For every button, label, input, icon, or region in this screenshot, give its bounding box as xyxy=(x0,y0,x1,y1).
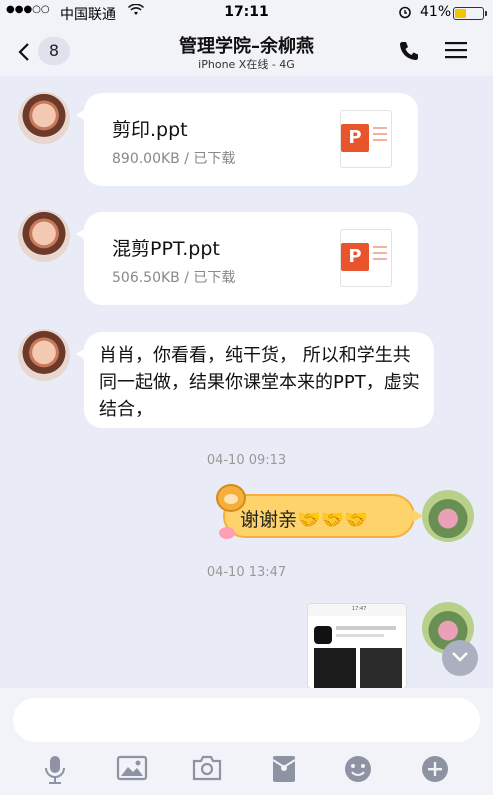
phone-icon xyxy=(400,42,418,60)
app-logo-icon xyxy=(314,626,332,644)
contact-avatar[interactable] xyxy=(18,329,70,381)
message-text: 谢谢亲🤝🤝🤝 xyxy=(240,509,368,531)
monkey-sticker-icon xyxy=(216,484,246,512)
file-message[interactable]: 混剪PPT.ppt 506.50KB / 已下载 P xyxy=(76,212,418,305)
battery-icon xyxy=(453,7,487,20)
voice-button[interactable] xyxy=(40,754,74,786)
thumb-status-bar: 17:47 xyxy=(308,604,406,616)
emoji-button[interactable] xyxy=(343,754,377,786)
file-name: 剪印.ppt xyxy=(112,119,188,141)
thumb-screenshot xyxy=(314,648,356,688)
photo-button[interactable] xyxy=(116,754,150,786)
hamburger-icon xyxy=(445,42,467,59)
microphone-icon xyxy=(45,756,65,784)
file-meta: 506.50KB / 已下载 xyxy=(112,270,236,286)
chat-toolbar xyxy=(0,750,493,790)
chat-header: 8 管理学院–余柳燕 iPhone X在线 - 4G xyxy=(0,26,493,76)
text-message[interactable]: 肖肖，你看看，纯干货， 所以和学生共同一起做，结果你课堂本来的PPT，虚实结合， xyxy=(76,332,434,428)
battery-percent: 41% xyxy=(420,4,452,20)
ppt-file-icon: P xyxy=(340,229,392,287)
status-bar: ●●●○○ 中国联通 17:11 41% xyxy=(0,0,493,26)
message-text: 肖肖，你看看，纯干货， 所以和学生共同一起做，结果你课堂本来的PPT，虚实结合， xyxy=(99,345,420,420)
file-name: 混剪PPT.ppt xyxy=(112,238,220,260)
contact-avatar[interactable] xyxy=(18,210,70,262)
contact-avatar[interactable] xyxy=(18,92,70,144)
ppt-lines xyxy=(373,246,387,264)
file-meta: 890.00KB / 已下载 xyxy=(112,151,236,167)
thumb-time: 17:47 xyxy=(352,606,367,612)
ppt-badge: P xyxy=(341,243,369,271)
emoji-icon xyxy=(345,756,371,782)
phone-call-button[interactable] xyxy=(398,40,420,66)
camera-button[interactable] xyxy=(191,754,225,786)
ppt-badge: P xyxy=(341,124,369,152)
sticker-message[interactable]: 谢谢亲🤝🤝🤝 xyxy=(223,494,423,538)
alarm-icon xyxy=(398,5,412,23)
menu-button[interactable] xyxy=(444,40,468,64)
chevron-down-icon xyxy=(452,652,468,662)
my-avatar[interactable] xyxy=(422,490,474,542)
ppt-lines xyxy=(373,127,387,145)
image-message[interactable]: 17:47 xyxy=(307,603,407,689)
timestamp: 04-10 09:13 xyxy=(206,453,287,468)
more-button[interactable] xyxy=(420,754,454,786)
thumb-screenshot xyxy=(360,648,402,688)
red-packet-icon xyxy=(272,756,296,782)
message-input[interactable] xyxy=(13,698,480,742)
ppt-file-icon: P xyxy=(340,110,392,168)
battery-fill xyxy=(455,9,466,18)
camera-icon xyxy=(192,755,222,781)
file-message[interactable]: 剪印.ppt 890.00KB / 已下载 P xyxy=(76,93,418,186)
flower-sticker-icon xyxy=(219,527,235,539)
thumb-line xyxy=(336,626,396,630)
input-area xyxy=(0,688,493,795)
battery-nub xyxy=(485,11,487,16)
image-icon xyxy=(116,755,148,781)
red-packet-button[interactable] xyxy=(269,754,303,786)
plus-icon xyxy=(422,756,448,782)
scroll-to-bottom-button[interactable] xyxy=(442,640,478,676)
timestamp: 04-10 13:47 xyxy=(206,565,287,580)
thumb-line xyxy=(336,634,384,637)
